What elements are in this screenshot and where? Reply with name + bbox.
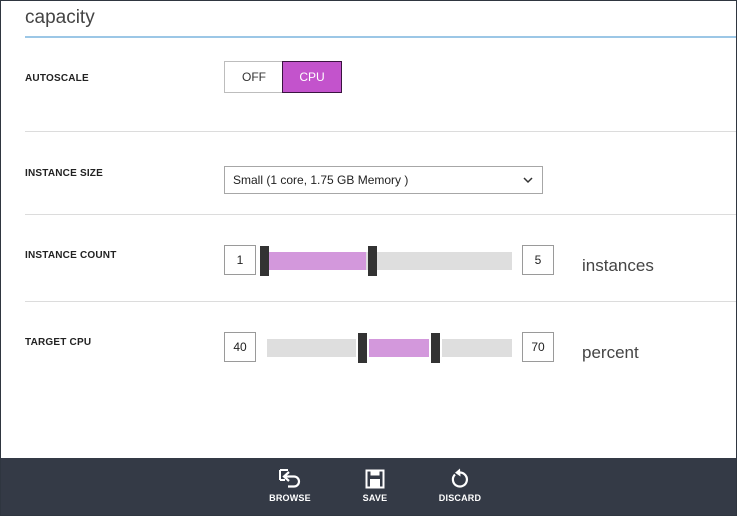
target-cpu-max-handle[interactable] [431, 333, 440, 363]
instance-count-slider-range [269, 252, 366, 270]
autoscale-toggle[interactable]: OFF CPU [224, 61, 342, 93]
browse-button[interactable]: BROWSE [260, 468, 320, 503]
divider [25, 301, 736, 302]
divider [25, 131, 736, 132]
instance-count-min-field[interactable]: 1 [224, 245, 256, 275]
target-cpu-min-field[interactable]: 40 [224, 332, 256, 362]
instance-size-dropdown[interactable]: Small (1 core, 1.75 GB Memory ) [224, 166, 543, 194]
chevron-down-icon [523, 177, 533, 184]
instance-count-min-handle[interactable] [260, 246, 269, 276]
target-cpu-min-handle[interactable] [358, 333, 367, 363]
divider [25, 214, 736, 215]
command-bar: BROWSE SAVE DISCARD [1, 458, 736, 515]
autoscale-label: AUTOSCALE [25, 73, 89, 84]
discard-label: DISCARD [438, 493, 482, 503]
target-cpu-max-field[interactable]: 70 [522, 332, 554, 362]
target-cpu-slider-track-left[interactable] [267, 339, 356, 357]
target-cpu-label: TARGET CPU [25, 337, 92, 348]
instance-count-unit: instances [582, 256, 654, 275]
target-cpu-unit: percent [582, 343, 639, 362]
target-cpu-slider-track-right[interactable] [442, 339, 512, 357]
instance-size-label: INSTANCE SIZE [25, 168, 103, 179]
target-cpu-slider-range [369, 339, 429, 357]
discard-icon [451, 468, 468, 488]
save-icon [365, 469, 385, 489]
section-title: capacity [25, 7, 95, 28]
autoscale-option-cpu[interactable]: CPU [282, 61, 342, 93]
browse-icon [279, 469, 301, 488]
autoscale-option-off[interactable]: OFF [225, 62, 283, 92]
capacity-panel: capacity AUTOSCALE OFF CPU INSTANCE SIZE… [0, 0, 737, 516]
instance-count-max-field[interactable]: 5 [522, 245, 554, 275]
save-label: SAVE [362, 493, 388, 503]
title-divider [25, 36, 736, 38]
instance-size-value: Small (1 core, 1.75 GB Memory ) [233, 173, 409, 187]
discard-button[interactable]: DISCARD [430, 468, 490, 503]
instance-count-max-handle[interactable] [368, 246, 377, 276]
browse-label: BROWSE [269, 493, 311, 503]
instance-count-label: INSTANCE COUNT [25, 250, 117, 261]
save-button[interactable]: SAVE [345, 468, 405, 503]
